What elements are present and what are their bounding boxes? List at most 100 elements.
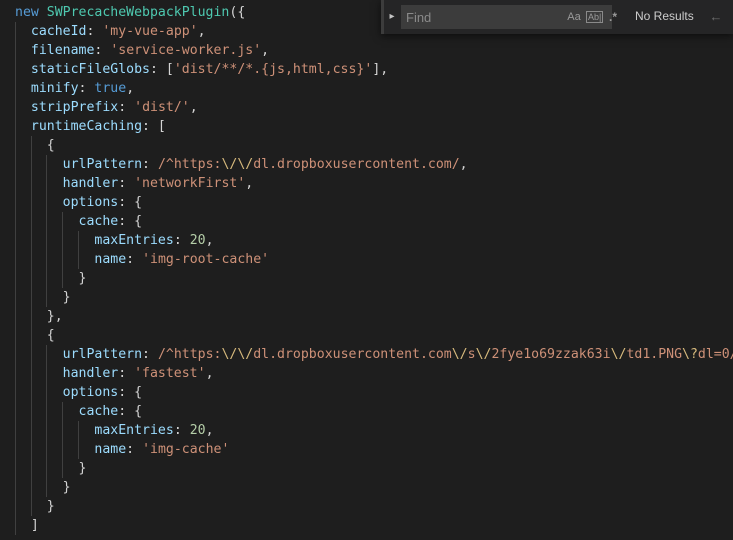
punctuation-token: }	[15, 271, 87, 286]
code-line: },	[15, 307, 63, 326]
property-name-token: handler	[62, 366, 119, 381]
punctuation-token	[15, 366, 63, 381]
punctuation-token: ,	[205, 233, 214, 248]
punctuation-token: :	[142, 347, 158, 362]
punctuation-token: ]	[15, 518, 39, 533]
punctuation-token	[15, 347, 63, 362]
code-line: filename: 'service-worker.js',	[15, 41, 269, 60]
property-name-token: maxEntries	[94, 423, 174, 438]
code-line: ]	[15, 516, 39, 535]
code-line: new SWPrecacheWebpackPlugin({	[15, 3, 245, 22]
code-line: staticFileGlobs: ['dist/**/*.{js,html,cs…	[15, 60, 388, 79]
regex-escape-token: \/\/	[221, 347, 254, 362]
punctuation-token	[15, 62, 31, 77]
punctuation-token: :	[173, 423, 190, 438]
punctuation-token: :	[126, 252, 143, 267]
punctuation-token: : {	[118, 404, 143, 419]
punctuation-token	[15, 157, 63, 172]
property-name-token: maxEntries	[94, 233, 174, 248]
code-editor[interactable]: new SWPrecacheWebpackPlugin({ cacheId: '…	[0, 0, 733, 540]
punctuation-token: :	[86, 24, 103, 39]
whole-word-label: Ab|	[586, 11, 604, 23]
regex-escape-token: \?	[682, 347, 698, 362]
punctuation-token: : {	[118, 385, 143, 400]
string-token: 'my-vue-app'	[102, 24, 198, 39]
match-case-icon[interactable]: Aa	[565, 8, 583, 26]
string-token: 'service-worker.js'	[110, 43, 262, 58]
regex-icon[interactable]: .*	[606, 8, 620, 26]
find-input-box: Aa Ab| .*	[401, 5, 617, 29]
property-name-token: name	[94, 252, 127, 267]
property-name-token: staticFileGlobs	[30, 62, 150, 77]
string-token: 'img-root-cache'	[142, 252, 270, 267]
code-line: handler: 'networkFirst',	[15, 174, 254, 193]
string-token: 'dist/'	[134, 100, 190, 115]
punctuation-token	[15, 81, 31, 96]
boolean-token: true	[94, 81, 127, 96]
regex-escape-token: \/	[451, 347, 468, 362]
string-token: dl.dropboxusercontent.com/	[253, 157, 460, 172]
punctuation-token	[15, 214, 79, 229]
punctuation-token: ({	[229, 5, 246, 20]
property-name-token: options	[62, 385, 119, 400]
property-name-token: name	[94, 442, 127, 457]
punctuation-token: : [	[142, 119, 166, 134]
code-line: options: {	[15, 383, 142, 402]
code-line: cache: {	[15, 402, 143, 421]
find-results-count: No Results	[635, 9, 694, 23]
property-name-token: cache	[78, 214, 119, 229]
punctuation-token: }	[15, 480, 71, 495]
previous-match-arrow-icon[interactable]: ←	[707, 8, 725, 26]
property-name-token: cacheId	[30, 24, 87, 39]
punctuation-token: }	[15, 461, 87, 476]
property-name-token: filename	[30, 43, 95, 58]
code-line: maxEntries: 20,	[15, 231, 214, 250]
class-name-token: SWPrecacheWebpackPlugin	[46, 5, 230, 20]
punctuation-token: {	[15, 138, 55, 153]
code-line: cacheId: 'my-vue-app',	[15, 22, 206, 41]
punctuation-token	[15, 24, 31, 39]
find-widget: ▸ Aa Ab| .* No Results ←	[381, 0, 733, 34]
property-name-token: urlPattern	[62, 157, 143, 172]
code-line: {	[15, 326, 55, 345]
punctuation-token: :	[118, 366, 135, 381]
find-input[interactable]	[401, 5, 561, 29]
toggle-replace-chevron-icon[interactable]: ▸	[385, 8, 399, 26]
regex-escape-token: \/\/	[221, 157, 254, 172]
property-name-token: options	[62, 195, 119, 210]
code-line: urlPattern: /^https:\/\/dl.dropboxuserco…	[15, 345, 733, 364]
string-token: td1.PNG	[626, 347, 683, 362]
punctuation-token	[15, 119, 31, 134]
code-line: name: 'img-cache'	[15, 440, 229, 459]
punctuation-token	[15, 100, 31, 115]
string-token: 'dist/**/*.{js,html,css}'	[173, 62, 373, 77]
punctuation-token: : {	[118, 214, 143, 229]
code-line: minify: true,	[15, 79, 134, 98]
string-token: /^https:	[157, 347, 222, 362]
punctuation-token: :	[118, 176, 135, 191]
find-widget-resize-sash[interactable]	[381, 0, 384, 34]
punctuation-token: ,	[197, 24, 206, 39]
regex-escape-token: \/	[475, 347, 492, 362]
property-name-token: urlPattern	[62, 347, 143, 362]
code-line: name: 'img-root-cache'	[15, 250, 269, 269]
code-line: }	[15, 459, 87, 478]
code-line: handler: 'fastest',	[15, 364, 214, 383]
punctuation-token: ,	[189, 100, 198, 115]
property-name-token: handler	[62, 176, 119, 191]
punctuation-token: : {	[118, 195, 143, 210]
punctuation-token	[15, 195, 63, 210]
punctuation-token: ,	[261, 43, 270, 58]
punctuation-token: ,	[126, 81, 135, 96]
number-token: 20	[189, 233, 206, 248]
punctuation-token	[15, 385, 63, 400]
code-line: cache: {	[15, 212, 143, 231]
punctuation-token	[15, 233, 94, 248]
punctuation-token: : [	[149, 62, 174, 77]
code-line: }	[15, 478, 71, 497]
punctuation-token: :	[142, 157, 158, 172]
code-line: }	[15, 497, 55, 516]
whole-word-icon[interactable]: Ab|	[586, 8, 604, 26]
property-name-token: cache	[78, 404, 119, 419]
property-name-token: runtimeCaching	[30, 119, 143, 134]
